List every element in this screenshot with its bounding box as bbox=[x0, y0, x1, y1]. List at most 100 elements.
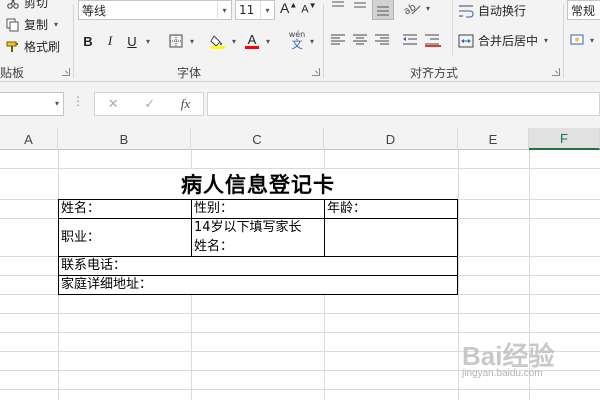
align-right-button[interactable] bbox=[374, 33, 390, 50]
gridline bbox=[0, 313, 600, 314]
guardian-label-line1: 14岁以下填写家长 bbox=[194, 220, 302, 235]
phonetic-guide-button[interactable]: wén 文 bbox=[286, 30, 308, 52]
font-color-swatch bbox=[245, 46, 259, 49]
chevron-down-icon: ▾ bbox=[54, 99, 59, 108]
gridline bbox=[0, 332, 600, 333]
font-color-dropdown-icon[interactable]: ▾ bbox=[266, 37, 270, 46]
fill-color-button[interactable] bbox=[208, 31, 228, 51]
align-right-icon bbox=[375, 34, 389, 45]
phonetic-dropdown-icon[interactable]: ▾ bbox=[310, 37, 314, 46]
formula-buttons: ✕ ✓ fx bbox=[94, 92, 204, 116]
font-color-button[interactable]: A bbox=[242, 31, 262, 51]
cut-button[interactable]: 剪切 bbox=[6, 0, 48, 11]
column-header-row: A B C D E F bbox=[0, 128, 600, 150]
address-label: 家庭详细地址： bbox=[61, 277, 153, 292]
increase-indent-icon bbox=[425, 34, 441, 47]
font-name-value: 等线 bbox=[82, 3, 107, 18]
orientation-dropdown-icon[interactable]: ▾ bbox=[426, 4, 430, 13]
font-group-label: 字体 bbox=[177, 66, 202, 80]
middle-align-button[interactable] bbox=[352, 0, 368, 17]
form-border bbox=[58, 199, 458, 200]
form-border bbox=[58, 294, 458, 295]
accounting-format-button[interactable] bbox=[570, 32, 586, 51]
guardian-value-cell[interactable] bbox=[325, 219, 458, 256]
column-header-f[interactable]: F bbox=[529, 128, 600, 150]
merge-cells-icon bbox=[458, 34, 474, 48]
merge-center-button[interactable]: 合并后居中 ▾ bbox=[458, 32, 548, 49]
column-header-e[interactable]: E bbox=[458, 128, 529, 150]
wrap-text-label: 自动换行 bbox=[478, 4, 527, 18]
name-box[interactable]: ▾ bbox=[0, 92, 64, 116]
alignment-group-label: 对齐方式 bbox=[410, 66, 459, 80]
font-size-buttons: A▲ A▼ bbox=[280, 0, 317, 16]
form-border bbox=[324, 199, 325, 256]
grow-font-button[interactable]: A▲ bbox=[280, 0, 297, 16]
bold-icon: B bbox=[83, 33, 93, 49]
copy-label: 复制 bbox=[24, 18, 49, 32]
alignment-divider bbox=[452, 0, 453, 56]
chevron-down-icon: ▾ bbox=[217, 1, 231, 19]
orientation-button[interactable]: ab bbox=[402, 0, 424, 19]
number-format-value: 常规 bbox=[571, 3, 596, 18]
watermark-url: jingyan.baidu.com bbox=[462, 368, 543, 379]
merge-center-label: 合并后居中 bbox=[478, 34, 539, 48]
column-header-b[interactable]: B bbox=[58, 128, 191, 150]
wrap-text-button[interactable]: 自动换行 bbox=[458, 2, 526, 19]
top-align-button[interactable] bbox=[330, 0, 346, 17]
decrease-indent-icon bbox=[403, 34, 417, 45]
column-header-c[interactable]: C bbox=[191, 128, 324, 150]
gridline bbox=[0, 389, 600, 390]
number-format-select[interactable]: 常规 bbox=[567, 0, 600, 20]
column-header-a[interactable]: A bbox=[0, 128, 58, 150]
font-size-select[interactable]: 11 ▾ bbox=[235, 0, 275, 20]
formula-input[interactable] bbox=[207, 92, 600, 116]
align-center-button[interactable] bbox=[352, 33, 368, 50]
chevron-down-icon: ▾ bbox=[260, 1, 274, 19]
fill-color-dropdown-icon[interactable]: ▾ bbox=[232, 37, 236, 46]
ribbon: 剪切 复制 ▾ 格式刷 贴板 等线 ▾ 11 ▾ A▲ A▼ B I U ▾ ▾… bbox=[0, 0, 600, 82]
form-border bbox=[58, 199, 59, 295]
font-color-icon: A bbox=[247, 32, 257, 47]
scissors-icon bbox=[6, 0, 20, 10]
paint-bucket-icon bbox=[210, 33, 226, 49]
name-label: 姓名： bbox=[61, 201, 101, 216]
enter-icon[interactable]: ✓ bbox=[144, 97, 155, 112]
borders-dropdown-icon[interactable]: ▾ bbox=[190, 37, 194, 46]
cancel-icon[interactable]: ✕ bbox=[108, 97, 119, 112]
font-dialog-launcher-icon[interactable] bbox=[312, 68, 320, 76]
svg-text:ab: ab bbox=[402, 2, 418, 16]
form-border bbox=[58, 218, 458, 219]
merge-dropdown-icon[interactable]: ▾ bbox=[544, 36, 548, 45]
copy-icon bbox=[6, 18, 20, 32]
copy-dropdown-icon[interactable]: ▾ bbox=[54, 20, 58, 29]
increase-indent-button[interactable] bbox=[424, 33, 442, 50]
italic-button[interactable]: I bbox=[100, 31, 120, 51]
bottom-align-button[interactable] bbox=[372, 0, 394, 20]
age-label: 年龄： bbox=[327, 201, 367, 216]
watermark: Bai经验 jingyan.baidu.com bbox=[462, 336, 582, 386]
bold-button[interactable]: B bbox=[78, 31, 98, 51]
accounting-dropdown-icon[interactable]: ▾ bbox=[590, 36, 594, 45]
insert-function-icon[interactable]: fx bbox=[181, 96, 190, 112]
copy-button[interactable]: 复制 ▾ bbox=[6, 16, 58, 33]
align-left-button[interactable] bbox=[330, 33, 346, 50]
borders-icon bbox=[169, 34, 183, 48]
decrease-indent-button[interactable] bbox=[402, 33, 418, 50]
format-painter-button[interactable]: 格式刷 bbox=[6, 38, 60, 55]
borders-button[interactable] bbox=[166, 31, 186, 51]
clipboard-dialog-launcher-icon[interactable] bbox=[62, 68, 70, 76]
underline-dropdown-icon[interactable]: ▾ bbox=[146, 37, 150, 46]
underline-button[interactable]: U bbox=[122, 31, 142, 51]
font-name-select[interactable]: 等线 ▾ bbox=[78, 0, 232, 20]
column-header-d[interactable]: D bbox=[324, 128, 458, 150]
format-painter-label: 格式刷 bbox=[24, 40, 61, 54]
more-options-icon[interactable]: ⋮ bbox=[72, 94, 84, 108]
alignment-dialog-launcher-icon[interactable] bbox=[552, 68, 560, 76]
group-divider bbox=[563, 4, 564, 78]
clipboard-group-label: 贴板 bbox=[0, 66, 25, 80]
form-border bbox=[191, 199, 192, 256]
form-border bbox=[58, 256, 458, 257]
shrink-font-button[interactable]: A▼ bbox=[301, 1, 316, 16]
grow-font-icon: A bbox=[280, 0, 290, 16]
spreadsheet-grid[interactable]: 病人信息登记卡 姓名： 性别： 年龄： 职业： 14岁以下填写家长 姓名： 联系… bbox=[0, 150, 600, 400]
